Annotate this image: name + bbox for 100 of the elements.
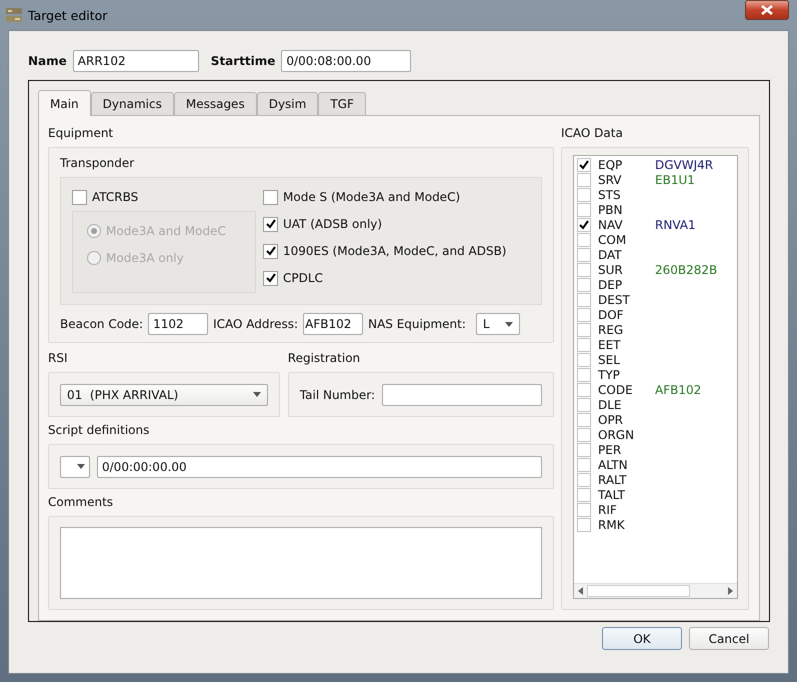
icao-code: DOF	[598, 308, 625, 322]
checkbox[interactable]	[577, 158, 591, 172]
checkbox[interactable]	[577, 352, 591, 366]
checkbox[interactable]	[577, 472, 591, 486]
checkbox-label: Mode S (Mode3A and ModeC)	[283, 190, 460, 204]
right-arrow-icon	[728, 587, 733, 595]
checkbox[interactable]	[577, 338, 591, 352]
name-field[interactable]: ARR102	[72, 50, 199, 72]
icao-code: RMK	[598, 518, 626, 532]
checkbox[interactable]	[72, 190, 87, 204]
icao-code: DLE	[598, 398, 623, 412]
rsi-dropdown[interactable]: 01 (PHX ARRIVAL)	[60, 384, 268, 406]
checkbox[interactable]	[577, 172, 591, 186]
comments-field[interactable]	[60, 527, 542, 599]
horizontal-scrollbar[interactable]	[574, 583, 737, 598]
beacon-code-field[interactable]: 1102	[148, 313, 208, 335]
checkbox[interactable]	[577, 308, 591, 322]
tab[interactable]: Dynamics	[90, 92, 174, 115]
checkbox-label: UAT (ADSB only)	[283, 217, 382, 231]
caret-icon	[504, 322, 513, 326]
icao-code: EET	[598, 338, 622, 352]
checkbox[interactable]	[577, 232, 591, 246]
window-title: Target editor	[28, 8, 108, 22]
icao-code: TALT	[598, 488, 626, 502]
checkbox[interactable]	[577, 442, 591, 456]
icao-code: RIF	[598, 502, 618, 516]
checkbox[interactable]	[577, 188, 591, 202]
beacon-code-label: Beacon Code:	[60, 317, 144, 331]
icao-code: PBN	[598, 202, 624, 216]
checkbox[interactable]	[577, 502, 591, 516]
tab[interactable]: TGF	[318, 92, 366, 115]
starttime-label: Starttime	[210, 54, 276, 68]
tab[interactable]: Main	[38, 90, 91, 116]
tab[interactable]: Dysim	[256, 92, 318, 115]
checkbox[interactable]	[263, 190, 278, 204]
checkbox[interactable]	[263, 244, 278, 258]
script-time-field[interactable]: 0/00:00:00.00	[97, 456, 542, 478]
radio-label: Mode3A only	[106, 251, 184, 265]
checkbox[interactable]	[577, 412, 591, 426]
icao-code: PER	[598, 442, 622, 456]
script-dropdown[interactable]	[60, 456, 90, 478]
checkbox[interactable]	[577, 428, 591, 442]
icao-code: ALTN	[598, 458, 629, 472]
icao-value: AFB102	[655, 382, 702, 396]
starttime-field[interactable]: 0/00:08:00.00	[281, 50, 412, 72]
checkbox[interactable]	[577, 488, 591, 502]
caret-icon	[77, 464, 85, 469]
checkbox[interactable]	[577, 398, 591, 412]
icao-code: OPR	[598, 412, 624, 426]
ok-button[interactable]: OK	[602, 627, 682, 650]
left-arrow-icon	[578, 587, 583, 595]
section-title: RSI	[48, 351, 68, 366]
checkbox[interactable]	[577, 368, 591, 382]
checkbox[interactable]	[577, 218, 591, 232]
checkbox[interactable]	[577, 262, 591, 276]
icao-code: SEL	[598, 352, 621, 366]
icao-value: 260B282B	[655, 262, 718, 276]
icao-value: EB1U1	[655, 172, 695, 186]
name-label: Name	[28, 54, 67, 68]
icao-code: TYP	[598, 368, 621, 382]
icao-value: RNVA1	[655, 218, 696, 232]
checkbox-label: 1090ES (Mode3A, ModeC, and ADSB)	[283, 244, 506, 258]
icao-code: DEST	[598, 292, 631, 306]
tail-number-field[interactable]	[382, 384, 542, 406]
radio-label: Mode3A and ModeC	[106, 224, 226, 238]
icao-address-label: ICAO Address:	[213, 317, 298, 331]
checkbox[interactable]	[263, 216, 278, 232]
checkbox[interactable]	[577, 382, 591, 396]
section-title: Equipment	[48, 126, 114, 141]
nas-equipment-label: NAS Equipment:	[368, 317, 466, 331]
icao-code: SRV	[598, 172, 623, 186]
checkbox-label: CPDLC	[283, 271, 323, 285]
checkbox[interactable]	[577, 322, 591, 336]
icao-code: DAT	[598, 248, 623, 262]
section-title: Registration	[288, 351, 362, 366]
tab[interactable]: Messages	[174, 92, 257, 115]
icao-code: RALT	[598, 472, 628, 486]
icao-code: NAV	[598, 218, 624, 232]
icao-code: STS	[598, 188, 622, 202]
checkbox[interactable]	[577, 248, 591, 262]
section-title: ICAO Data	[561, 126, 624, 141]
checkbox[interactable]	[577, 202, 591, 216]
close-button[interactable]	[745, 0, 789, 20]
tail-number-label: Tail Number:	[300, 388, 375, 402]
icao-value: DGVWJ4R	[655, 158, 714, 172]
checkbox[interactable]	[577, 278, 591, 292]
section-title: Comments	[48, 495, 114, 510]
icao-code: REG	[598, 322, 624, 336]
icao-code: DEP	[598, 278, 624, 292]
checkbox-label: ATCRBS	[92, 190, 138, 204]
icao-code: COM	[598, 232, 628, 246]
cancel-button[interactable]: Cancel	[689, 627, 769, 650]
section-title: Transponder	[60, 156, 136, 171]
checkbox[interactable]	[263, 270, 278, 286]
checkbox[interactable]	[577, 292, 591, 306]
icao-code: CODE	[598, 382, 634, 396]
nas-equipment-dropdown[interactable]: L	[476, 313, 520, 335]
icao-address-field[interactable]: AFB102	[303, 313, 364, 335]
checkbox[interactable]	[577, 458, 591, 472]
checkbox[interactable]	[577, 518, 591, 532]
